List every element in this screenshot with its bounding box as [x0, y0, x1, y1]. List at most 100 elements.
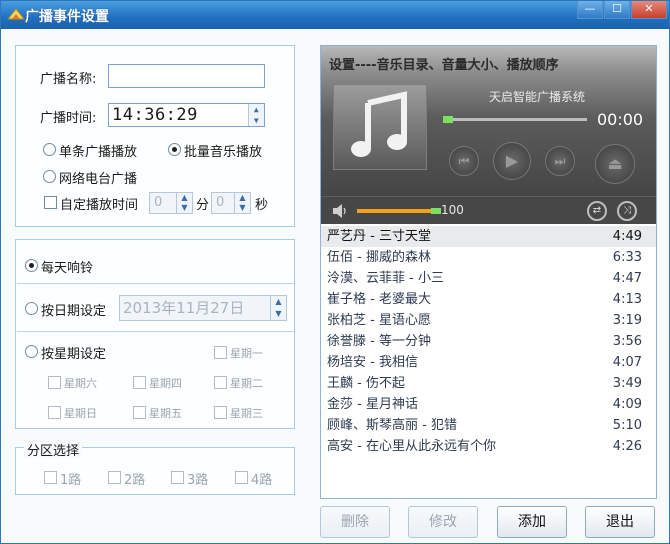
play-button[interactable]: ▶ — [493, 142, 531, 180]
label-monday: 星期一 — [230, 347, 263, 360]
next-icon: ⏭ — [554, 154, 566, 168]
time-input[interactable]: 14:36:29 ▲ ▼ — [108, 103, 265, 127]
list-item[interactable]: 伍佰 - 挪威的森林 6:33 — [321, 247, 656, 268]
zone-legend: 分区选择 — [24, 440, 83, 459]
radio-by-date-label: 按日期设定 — [41, 304, 107, 319]
song-duration: 5:10 — [612, 418, 642, 433]
zone-group: 分区选择 1路 2路 3路 4路 — [15, 440, 295, 495]
label-zone-1: 1路 — [60, 473, 82, 488]
maximize-icon: ☐ — [612, 2, 622, 15]
date-picker[interactable]: 2013年11月27日 ▲ ▼ — [119, 295, 287, 321]
song-title: 顾峰、斯琴高丽 - 犯错 — [327, 418, 457, 433]
progress-knob[interactable] — [443, 116, 453, 123]
radio-daily[interactable] — [25, 259, 38, 272]
label-zone-2: 2路 — [124, 473, 146, 488]
minimize-button[interactable]: — — [577, 1, 603, 19]
spin-down-icon[interactable]: ▼ — [249, 115, 264, 126]
name-input[interactable] — [108, 64, 265, 88]
volume-slider[interactable] — [357, 208, 441, 214]
song-title: 杨培安 - 我相信 — [327, 355, 418, 370]
list-item[interactable]: 杨培安 - 我相信 4:07 — [321, 352, 656, 373]
seconds-input[interactable]: 0 ▲ ▼ — [211, 192, 251, 214]
playlist[interactable]: 严艺丹 - 三寸天堂 4:49 伍佰 - 挪威的森林 6:33 泠漠、云菲菲 - 小三 4… — [321, 226, 656, 457]
radio-by-date[interactable] — [25, 302, 38, 315]
spin-down-icon[interactable]: ▼ — [177, 203, 192, 213]
radio-network-label: 网络电台广播 — [59, 172, 138, 187]
radio-by-week[interactable] — [25, 345, 38, 358]
checkbox-zone-2[interactable] — [108, 471, 121, 484]
checkbox-saturday[interactable] — [48, 376, 61, 389]
app-logo-icon — [7, 8, 25, 20]
progress-bar[interactable] — [443, 116, 587, 123]
list-item[interactable]: 崔子格 - 老婆最大 4:13 — [321, 289, 656, 310]
list-item[interactable]: 张柏芝 - 星语心愿 3:19 — [321, 310, 656, 331]
time-spinner[interactable]: ▲ ▼ — [248, 104, 264, 126]
exit-button[interactable]: 退出 — [585, 506, 655, 538]
spin-up-icon[interactable]: ▲ — [235, 193, 250, 203]
modify-button[interactable]: 修改 — [408, 506, 478, 538]
song-duration: 4:07 — [612, 355, 642, 370]
checkbox-zone-4[interactable] — [235, 471, 248, 484]
system-name: 天启智能广播系统 — [489, 90, 586, 104]
spin-up-icon[interactable]: ▲ — [177, 193, 192, 203]
label-zone-4: 4路 — [251, 473, 273, 488]
song-title: 高安 - 在心里从此永远有个你 — [327, 439, 496, 454]
close-button[interactable]: ✕ — [631, 1, 667, 19]
list-item[interactable]: 高安 - 在心里从此永远有个你 4:26 — [321, 436, 656, 457]
spin-down-icon[interactable]: ▼ — [271, 308, 286, 320]
radio-batch-music[interactable] — [168, 143, 181, 156]
checkbox-tuesday[interactable] — [214, 376, 227, 389]
date-spinner[interactable]: ▲ ▼ — [270, 296, 286, 320]
custom-time-checkbox[interactable] — [44, 196, 57, 209]
speaker-icon[interactable] — [331, 203, 349, 219]
spin-down-icon[interactable]: ▼ — [235, 203, 250, 213]
list-item[interactable]: 泠漠、云菲菲 - 小三 4:47 — [321, 268, 656, 289]
music-panel: 设置----音乐目录、音量大小、播放顺序 天启智能广播系统 00:00 ⏮ ▶ … — [320, 45, 657, 499]
song-duration: 4:09 — [612, 397, 642, 412]
album-art — [333, 84, 427, 170]
minutes-spinner[interactable]: ▲ ▼ — [176, 193, 192, 213]
spin-up-icon[interactable]: ▲ — [271, 296, 286, 308]
list-item[interactable]: 王麟 - 伤不起 3:49 — [321, 373, 656, 394]
maximize-button[interactable]: ☐ — [604, 1, 630, 19]
label-wednesday: 星期三 — [230, 407, 263, 420]
play-icon: ▶ — [505, 151, 519, 170]
list-item[interactable]: 严艺丹 - 三寸天堂 4:49 — [321, 226, 656, 247]
checkbox-sunday[interactable] — [48, 406, 61, 419]
play-time: 00:00 — [597, 110, 644, 129]
delete-button[interactable]: 删除 — [320, 506, 390, 538]
minutes-value: 0 — [154, 195, 163, 210]
seconds-unit: 秒 — [255, 198, 269, 213]
add-button[interactable]: 添加 — [497, 506, 567, 538]
repeat-button[interactable]: ⇄ — [587, 201, 607, 221]
radio-by-week-label: 按星期设定 — [41, 347, 107, 362]
checkbox-monday[interactable] — [214, 346, 227, 359]
label-saturday: 星期六 — [64, 377, 97, 390]
label-sunday: 星期日 — [64, 407, 97, 420]
shuffle-icon: ⤨ — [623, 205, 631, 216]
eject-button[interactable]: ⏏ — [595, 144, 635, 184]
next-button[interactable]: ⏭ — [545, 146, 575, 176]
song-duration: 4:47 — [612, 271, 642, 286]
minutes-input[interactable]: 0 ▲ ▼ — [149, 192, 193, 214]
seconds-spinner[interactable]: ▲ ▼ — [234, 193, 250, 213]
list-item[interactable]: 金莎 - 星月神话 4:09 — [321, 394, 656, 415]
previous-button[interactable]: ⏮ — [449, 146, 479, 176]
custom-time-label: 自定播放时间 — [60, 198, 139, 213]
checkbox-friday[interactable] — [133, 406, 146, 419]
checkbox-thursday[interactable] — [133, 376, 146, 389]
spin-up-icon[interactable]: ▲ — [249, 104, 264, 115]
list-item[interactable]: 顾峰、斯琴高丽 - 犯错 5:10 — [321, 415, 656, 436]
song-duration: 3:56 — [612, 334, 642, 349]
checkbox-wednesday[interactable] — [214, 406, 227, 419]
title-bar[interactable]: 广播事件设置 — ☐ ✕ — [1, 1, 669, 29]
shuffle-button[interactable]: ⤨ — [617, 201, 637, 221]
radio-network-radio[interactable] — [43, 170, 56, 183]
divider — [17, 331, 294, 332]
time-label: 广播时间: — [40, 111, 97, 126]
checkbox-zone-3[interactable] — [171, 471, 184, 484]
checkbox-zone-1[interactable] — [44, 471, 57, 484]
list-item[interactable]: 徐誉滕 - 等一分钟 3:56 — [321, 331, 656, 352]
song-title: 严艺丹 - 三寸天堂 — [327, 229, 431, 244]
radio-single-broadcast[interactable] — [43, 143, 56, 156]
